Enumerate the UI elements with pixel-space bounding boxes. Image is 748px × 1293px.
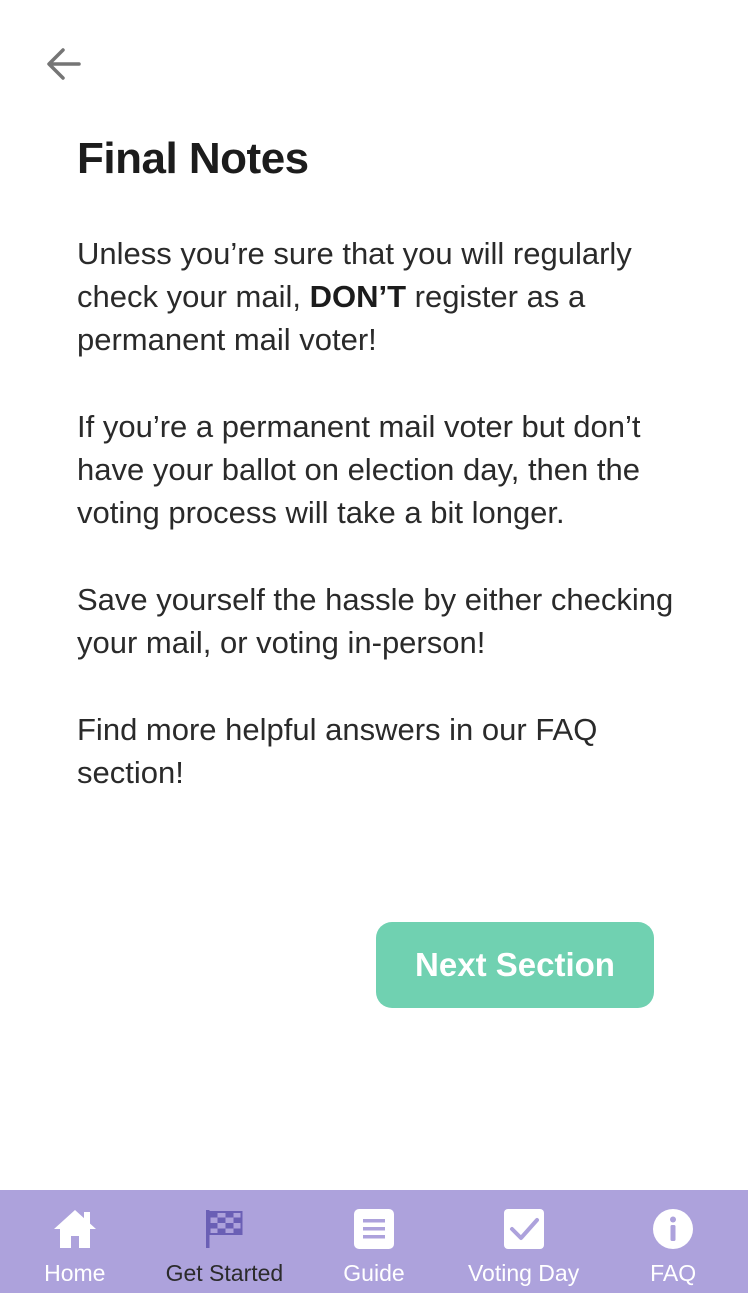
info-icon <box>650 1206 696 1252</box>
screen: Final Notes Unless you’re sure that you … <box>0 0 748 1293</box>
page-title: Final Notes <box>77 134 309 183</box>
tab-label: Voting Day <box>467 1260 580 1286</box>
checkered-flag-icon <box>201 1206 247 1252</box>
next-section-button[interactable]: Next Section <box>376 922 654 1008</box>
paragraph-ballot-note: If you’re a permanent mail voter but don… <box>77 409 641 530</box>
tab-get-started[interactable]: Get Started <box>150 1190 300 1293</box>
list-icon <box>351 1206 397 1252</box>
tab-label: Home <box>44 1260 106 1286</box>
paragraph-faq-hint: Find more helpful answers in our FAQ sec… <box>77 712 598 790</box>
checkbox-icon <box>501 1206 547 1252</box>
emphasis-text: DON’T <box>309 279 407 314</box>
tab-label: FAQ <box>650 1260 697 1286</box>
tab-home[interactable]: Home <box>0 1190 150 1293</box>
tab-faq[interactable]: FAQ <box>598 1190 748 1293</box>
tab-voting-day[interactable]: Voting Day <box>449 1190 599 1293</box>
paragraph-permanent-mail-warning: Unless you’re sure that you will regular… <box>77 232 677 361</box>
tab-label: Guide <box>343 1260 405 1286</box>
back-button[interactable] <box>38 40 90 88</box>
tab-guide[interactable]: Guide <box>299 1190 449 1293</box>
content: Final Notes Unless you’re sure that you … <box>77 132 677 794</box>
home-icon <box>52 1206 98 1252</box>
tab-label: Get Started <box>165 1260 284 1286</box>
bottom-tab-bar: Home Get Started Guide Voting Day FAQ <box>0 1190 748 1293</box>
paragraph-save-hassle: Save yourself the hassle by either check… <box>77 582 674 660</box>
arrow-left-icon <box>47 48 81 80</box>
